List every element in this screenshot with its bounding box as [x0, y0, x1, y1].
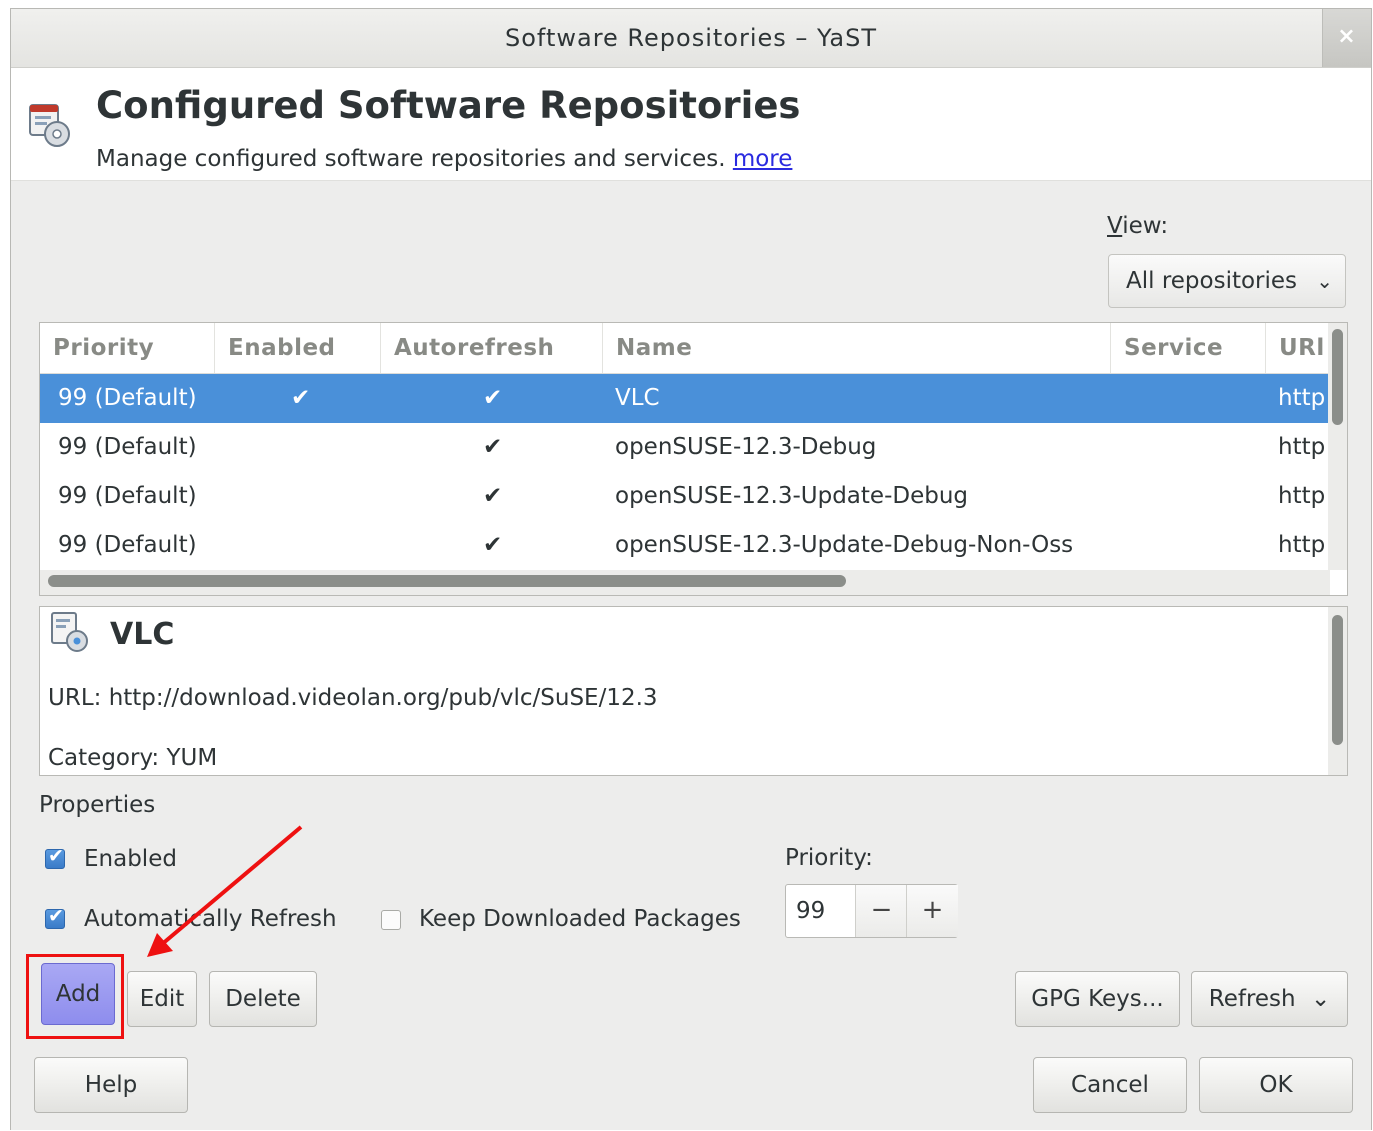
annotation-arrow-icon [147, 825, 303, 957]
yast-window: Software Repositories – YaST × Configure… [10, 8, 1372, 1130]
